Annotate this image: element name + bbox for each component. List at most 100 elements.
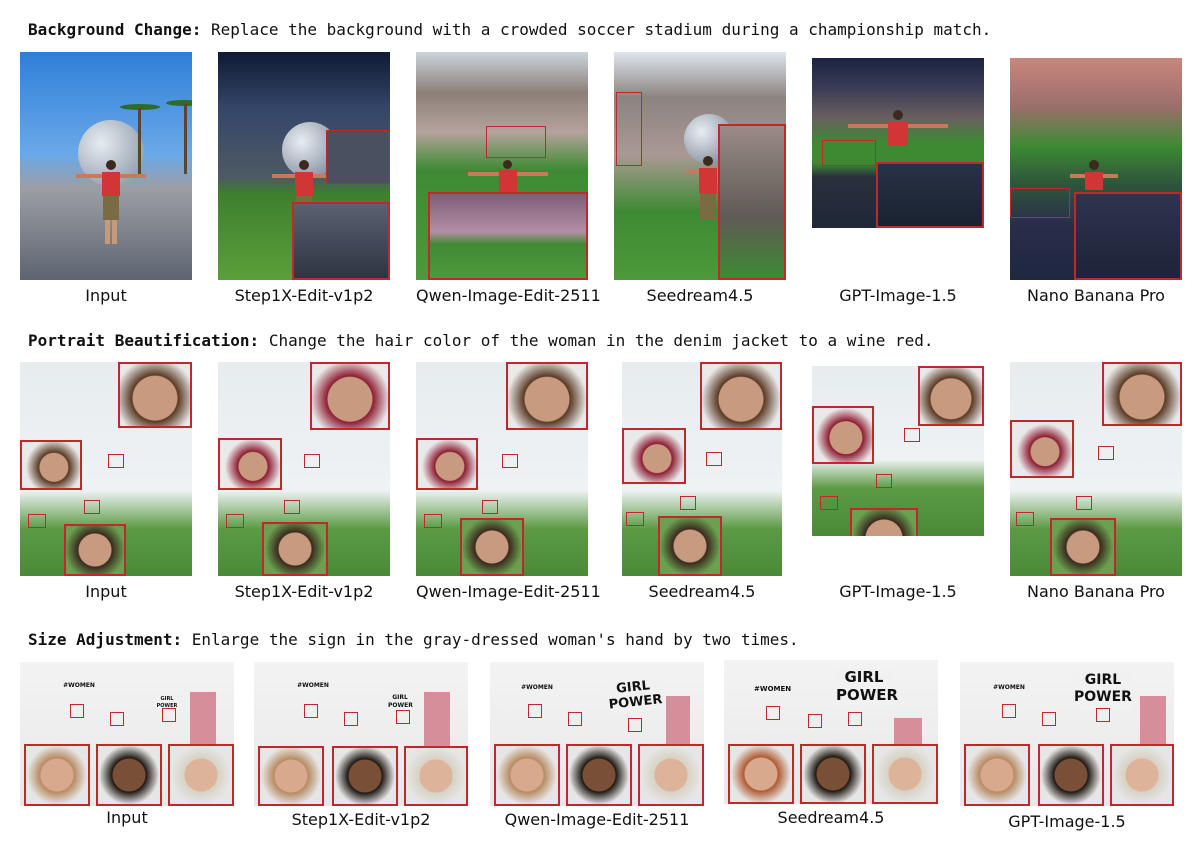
zoom-region: [304, 454, 320, 468]
zoom-inset-face: [24, 744, 90, 806]
sign-women: #WOMEN: [296, 680, 330, 692]
zoom-inset-face: [622, 428, 686, 484]
palm-tree: [166, 100, 192, 106]
result-cell-step1x: #WOMEN GIRL POWER Step1X-Edit-v1p2: [254, 662, 468, 832]
zoom-inset: [1074, 192, 1182, 280]
zoom-inset-face: [404, 746, 468, 806]
zoom-region: [108, 454, 124, 468]
result-cell-nano: Nano Banana Pro: [1010, 362, 1182, 614]
zoom-inset-face: [918, 366, 984, 426]
zoom-region: [396, 710, 410, 724]
model-caption: Nano Banana Pro: [1027, 286, 1165, 305]
result-image: [614, 52, 786, 280]
zoom-region: [628, 718, 642, 732]
zoom-region: [528, 704, 542, 718]
result-cell-qwen: Qwen-Image-Edit-2511: [416, 362, 601, 614]
zoom-region: [1098, 446, 1114, 460]
zoom-inset-face: [262, 522, 328, 576]
zoom-inset-face: [96, 744, 162, 806]
model-caption: Input: [85, 582, 127, 601]
zoom-inset-face: [310, 362, 390, 430]
result-cell-seedream: Seedream4.5: [614, 52, 786, 310]
model-caption: GPT-Image-1.5: [839, 286, 957, 305]
man-figure: [686, 156, 730, 252]
result-image: [1010, 58, 1182, 280]
zoom-region: [1002, 704, 1016, 718]
man-figure: [468, 160, 548, 196]
zoom-inset-face: [64, 524, 126, 576]
result-cell-nano: Nano Banana Pro: [1010, 52, 1182, 310]
zoom-inset-face: [1110, 744, 1174, 806]
zoom-inset-face: [850, 508, 918, 536]
sign-girl-power-small: GIRL POWER: [388, 694, 413, 710]
zoom-inset-face: [800, 744, 866, 804]
zoom-inset-face: [332, 746, 398, 806]
zoom-region: [766, 706, 780, 720]
zoom-inset-face: [566, 744, 632, 806]
result-cell-gpt: #WOMEN GIRL POWER GPT-Image-1.5: [960, 662, 1174, 832]
result-cell-step1x: Step1X-Edit-v1p2: [218, 362, 390, 614]
sign-girl-power-large: GIRL POWER: [1074, 672, 1132, 710]
man-figure: [1070, 160, 1118, 190]
zoom-region: [820, 496, 838, 510]
zoom-region: [1042, 712, 1056, 726]
result-image: #WOMEN GIRL POWER: [490, 662, 704, 806]
zoom-inset-face: [258, 746, 324, 806]
result-cell-seedream: Seedream4.5: [622, 362, 782, 614]
palm-trunk: [184, 104, 187, 174]
result-cell-step1x: Step1X-Edit-v1p2: [218, 52, 390, 310]
sign-girl-power-large: GIRL POWER: [606, 677, 663, 715]
zoom-inset-face: [416, 438, 478, 490]
zoom-inset-face: [168, 744, 234, 806]
result-image: [218, 52, 390, 280]
zoom-region: [822, 140, 876, 166]
model-caption: Input: [85, 286, 127, 305]
zoom-inset-face: [1010, 420, 1074, 478]
zoom-inset: [718, 124, 786, 280]
sign-women: #WOMEN: [62, 680, 96, 692]
result-image: [20, 362, 192, 576]
zoom-inset-face: [728, 744, 794, 804]
zoom-region: [568, 712, 582, 726]
zoom-region: [616, 92, 642, 166]
section-heading: Size Adjustment:: [28, 630, 183, 649]
zoom-inset: [428, 192, 588, 280]
model-caption: Seedream4.5: [777, 808, 885, 827]
zoom-inset-face: [1050, 518, 1116, 576]
section-heading: Portrait Beautification:: [28, 331, 260, 350]
zoom-region: [876, 474, 892, 488]
section-instruction: Enlarge the sign in the gray-dressed wom…: [191, 630, 799, 649]
zoom-inset-face: [1038, 744, 1104, 806]
zoom-region: [482, 500, 498, 514]
zoom-inset-face: [700, 362, 782, 430]
zoom-region: [848, 712, 862, 726]
section-heading: Background Change:: [28, 20, 202, 39]
zoom-inset-face: [658, 516, 722, 576]
sign-line-1: GIRL: [160, 696, 174, 702]
sign-line-2: POWER: [388, 702, 413, 709]
sign-women: #WOMEN: [520, 682, 554, 694]
result-image: [812, 366, 984, 536]
zoom-inset-face: [638, 744, 704, 806]
model-caption: Seedream4.5: [648, 582, 756, 601]
result-image: #WOMEN GIRL POWER: [254, 662, 468, 806]
woman-pink-suit: [190, 692, 216, 746]
result-cell-input: Input: [20, 52, 192, 310]
result-cell-input: Input: [20, 362, 192, 614]
result-image: #WOMEN GIRL POWER: [724, 660, 938, 804]
zoom-inset-face: [460, 518, 524, 576]
sign-women: #WOMEN: [992, 682, 1026, 694]
zoom-region: [486, 126, 546, 158]
zoom-region: [1010, 188, 1070, 218]
model-caption: Input: [106, 808, 148, 827]
model-caption: Seedream4.5: [646, 286, 754, 305]
zoom-inset-face: [964, 744, 1030, 806]
man-figure: [848, 110, 948, 150]
sign-girl-power-large: GIRL POWER: [836, 668, 898, 708]
zoom-region: [1016, 512, 1034, 526]
section-title-portrait-beautification: Portrait Beautification: Change the hair…: [28, 331, 934, 350]
section-instruction: Change the hair color of the woman in th…: [268, 331, 934, 350]
zoom-inset-face: [506, 362, 588, 430]
zoom-inset-face: [218, 438, 282, 490]
result-image: [622, 362, 782, 576]
